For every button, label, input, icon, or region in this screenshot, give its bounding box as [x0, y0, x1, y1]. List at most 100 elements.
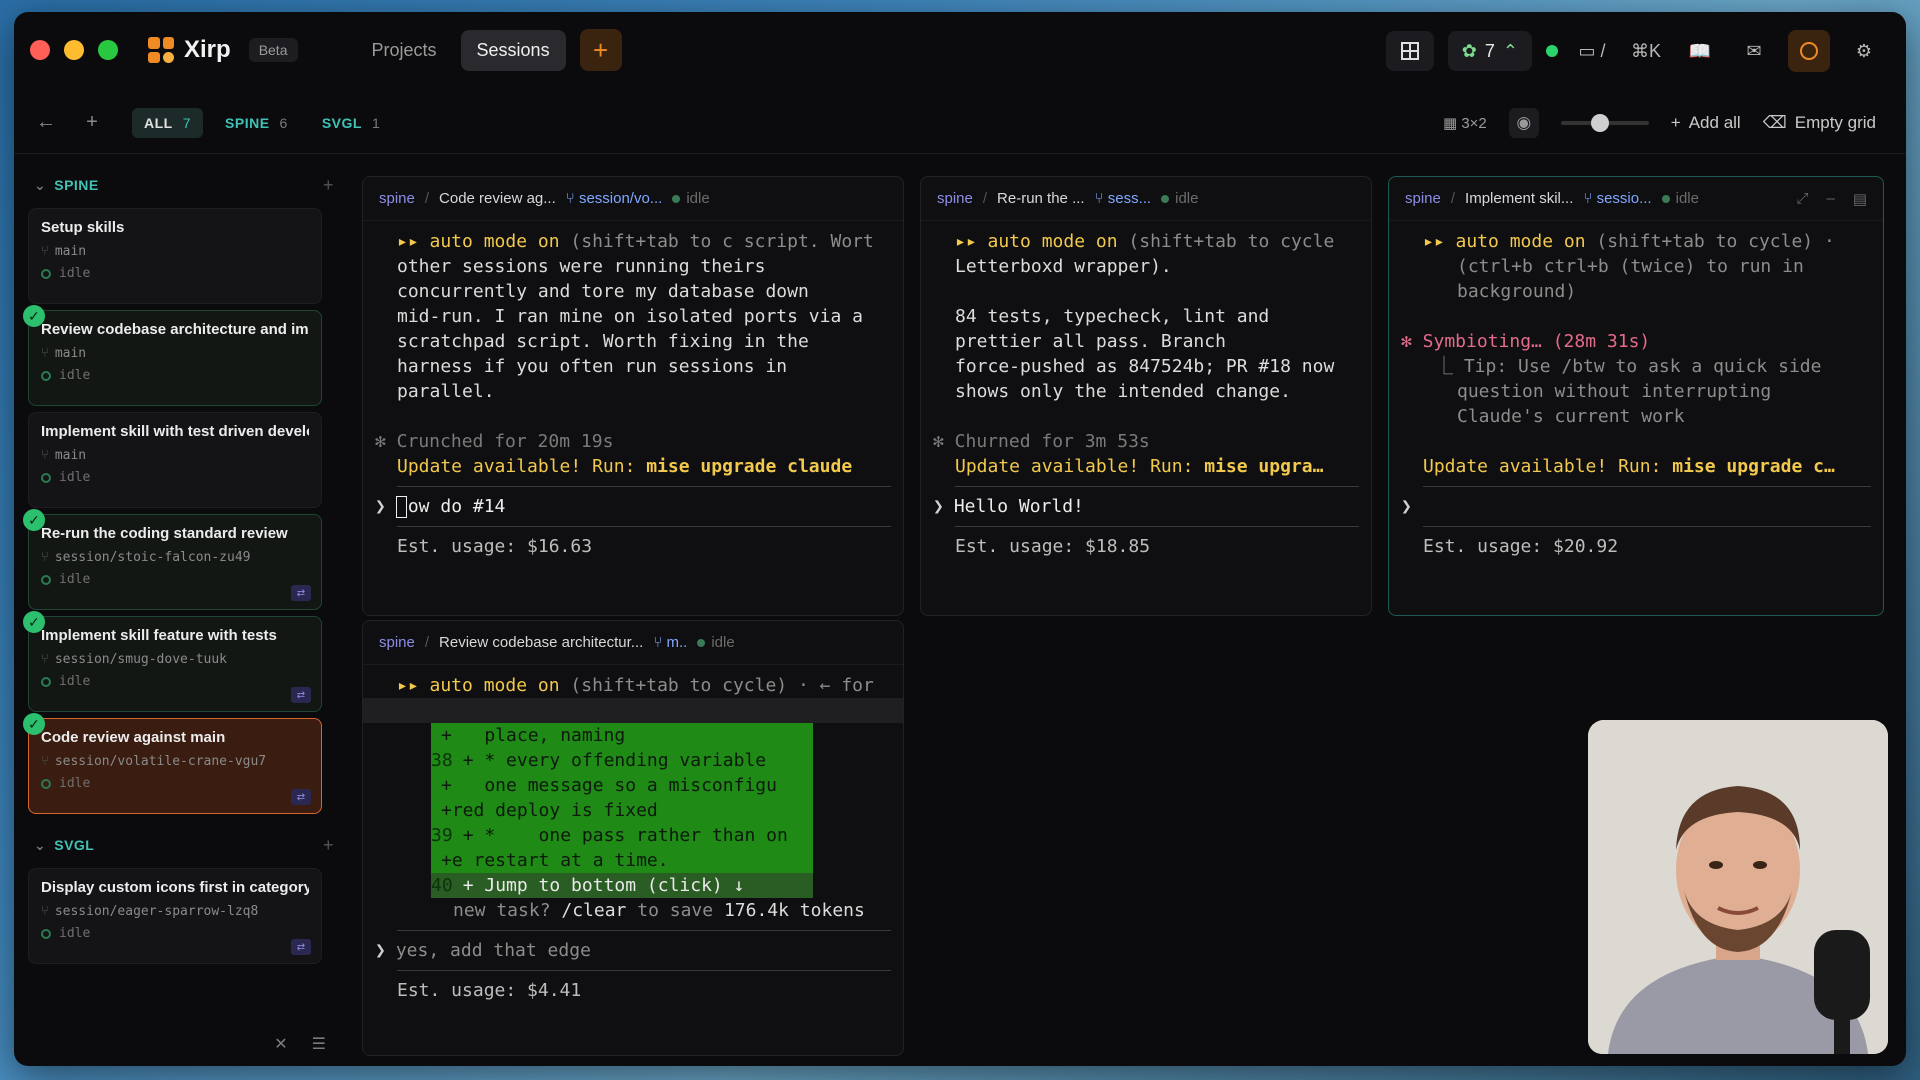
pull-request-icon[interactable]: ⇄ — [291, 789, 311, 805]
minimize-window-button[interactable] — [64, 40, 84, 60]
zoom-slider[interactable] — [1560, 113, 1649, 132]
pane-branch[interactable]: ⑂ session/vo... — [566, 190, 663, 207]
pane-title: Code review ag... — [439, 190, 556, 207]
pane-project[interactable]: spine — [937, 190, 973, 207]
branch-icon: ⑂ — [41, 904, 49, 919]
terminal-command-button[interactable]: ▭ / — [1572, 31, 1612, 71]
pane-header: spine / Code review ag... ⑂ session/vo..… — [363, 177, 903, 221]
session-pane[interactable]: spine / Review codebase architectur... ⑂… — [362, 620, 904, 1056]
session-branch: ⑂ session/smug-dove-tuuk — [41, 652, 227, 667]
nav-tab-sessions[interactable]: Sessions — [460, 29, 566, 71]
pane-project[interactable]: spine — [1405, 190, 1441, 207]
chevron-down-icon: ⌄ — [34, 176, 47, 193]
session-title: Code review against main — [41, 729, 226, 746]
session-card[interactable]: Display custom icons first in category ⑂… — [28, 868, 322, 964]
jump-to-bottom-button[interactable]: 40 + Jump to bottom (click) ↓ — [431, 873, 813, 898]
session-card[interactable]: ✓ Implement skill feature with tests ⑂ se… — [23, 611, 322, 712]
account-button[interactable] — [1788, 30, 1830, 72]
group-header-svgl[interactable]: ⌄ SVGL + — [14, 828, 354, 862]
session-branch: ⑂ session/stoic-falcon-zu49 — [41, 550, 251, 565]
filter-settings-icon[interactable]: ☰ — [312, 1034, 326, 1054]
check-icon: ✓ — [23, 611, 45, 633]
pane-branch[interactable]: ⑂ m.. — [653, 634, 687, 651]
session-card[interactable]: Implement skill with test driven develo … — [28, 412, 322, 508]
group-header-spine[interactable]: ⌄ SPINE + — [14, 168, 354, 202]
agents-dropdown[interactable]: ✿ 7 ⌃ — [1447, 31, 1532, 71]
session-title: Review codebase architecture and imp — [41, 321, 309, 338]
settings-button[interactable]: ⚙ — [1844, 31, 1884, 71]
prompt-input[interactable]: ❯ yes, add that edge — [375, 938, 891, 963]
branch-icon: ⑂ — [41, 244, 49, 259]
prompt-input[interactable]: ❯ ow do #14 — [375, 494, 891, 519]
session-title: Implement skill with test driven develo — [41, 423, 309, 440]
prompt-input[interactable]: ❯ — [1401, 494, 1871, 519]
close-window-button[interactable] — [30, 40, 50, 60]
session-status: idle — [41, 674, 309, 689]
terminal-output: ▸▸ auto mode on (shift+tab to cycle) · (… — [1389, 221, 1883, 615]
pane-project[interactable]: spine — [379, 634, 415, 651]
new-session-button[interactable]: + — [579, 29, 622, 71]
pull-request-icon[interactable]: ⇄ — [291, 939, 311, 955]
session-pane[interactable]: spine / Re-run the ... ⑂ sess... idle ▸▸… — [920, 176, 1372, 616]
session-status: idle — [41, 572, 309, 587]
session-pane[interactable]: spine / Implement skil... ⑂ sessio... id… — [1388, 176, 1884, 616]
empty-grid-button[interactable]: ⌫ Empty grid — [1763, 113, 1876, 133]
pull-request-icon[interactable]: ⇄ — [291, 585, 311, 601]
zoom-window-button[interactable] — [98, 40, 118, 60]
pull-request-icon[interactable]: ⇄ — [291, 687, 311, 703]
pane-tools: ⤢ – ▤ — [1796, 190, 1867, 208]
grid-view-button[interactable] — [1385, 31, 1434, 71]
zoom-slider-handle[interactable] — [1591, 113, 1610, 132]
back-arrow-icon[interactable]: ← — [32, 111, 60, 134]
eraser-icon: ⌫ — [1762, 112, 1787, 132]
app-logo-icon — [148, 37, 174, 63]
session-card[interactable]: ✓ Re-run the coding standard review ⑂ ses… — [23, 509, 322, 610]
pane-header: spine / Re-run the ... ⑂ sess... idle — [921, 177, 1371, 221]
diff-hunk: + place, naming 38 + * every offending va… — [431, 723, 813, 898]
visibility-toggle[interactable]: ◉ — [1508, 107, 1539, 138]
pane-branch[interactable]: ⑂ sessio... — [1583, 190, 1651, 207]
session-card[interactable]: Setup skills ⑂ main idle — [28, 208, 322, 304]
gear-icon: ⚙ — [1855, 40, 1873, 61]
archive-icon[interactable]: ▤ — [1853, 190, 1867, 208]
brand: Xirp Beta — [148, 36, 298, 64]
pane-status: idle — [697, 634, 735, 651]
session-card-selected[interactable]: ✓ Code review against main ⑂ session/vola… — [23, 713, 322, 814]
collapse-icon[interactable]: ✕ — [274, 1034, 287, 1054]
pane-status: idle — [1161, 190, 1198, 207]
inbox-button[interactable]: ✉ — [1734, 31, 1774, 71]
add-all-button[interactable]: + Add all — [1671, 113, 1741, 133]
filter-spine[interactable]: SPINE 6 — [213, 108, 300, 138]
check-icon: ✓ — [23, 509, 45, 531]
session-pane[interactable]: spine / Code review ag... ⑂ session/vo..… — [362, 176, 904, 616]
terminal-icon: ▭ — [1578, 40, 1596, 61]
filter-all[interactable]: ALL 7 — [132, 107, 204, 138]
branch-icon: ⑂ — [41, 550, 49, 565]
mail-icon: ✉ — [1746, 40, 1762, 61]
expand-icon[interactable]: ⤢ — [1796, 190, 1808, 208]
top-right-toolbar: ✿ 7 ⌃ ▭ / ⌘K 📖 ✉ ⚙ — [1385, 30, 1884, 72]
user-icon — [1800, 42, 1818, 60]
prompt-input[interactable]: ❯ Hello World! — [933, 494, 1359, 519]
session-status: idle — [41, 470, 309, 485]
add-session-svgl-button[interactable]: + — [323, 835, 334, 856]
pane-title: Implement skil... — [1465, 190, 1574, 207]
nav-tab-projects[interactable]: Projects — [356, 30, 453, 71]
add-icon[interactable]: + — [78, 111, 106, 134]
session-status: idle — [41, 368, 309, 383]
minimize-icon[interactable]: – — [1826, 190, 1834, 208]
add-session-spine-button[interactable]: + — [323, 175, 334, 196]
grid-layout-selector[interactable]: ▦ 3×2 — [1443, 114, 1487, 132]
pane-project[interactable]: spine — [379, 190, 415, 207]
usage-estimate: Est. usage: $4.41 — [397, 980, 582, 1001]
branch-icon: ⑂ — [41, 448, 49, 463]
docs-button[interactable]: 📖 — [1680, 31, 1720, 71]
session-card[interactable]: ✓ Review codebase architecture and imp ⑂… — [23, 305, 322, 406]
filter-svgl[interactable]: SVGL 1 — [310, 108, 392, 138]
connection-status-indicator — [1546, 45, 1558, 57]
session-title: Setup skills — [41, 219, 125, 236]
pane-title: Re-run the ... — [997, 190, 1085, 207]
book-icon: 📖 — [1688, 40, 1712, 61]
command-palette-button[interactable]: ⌘K — [1626, 31, 1666, 71]
pane-branch[interactable]: ⑂ sess... — [1095, 190, 1152, 207]
